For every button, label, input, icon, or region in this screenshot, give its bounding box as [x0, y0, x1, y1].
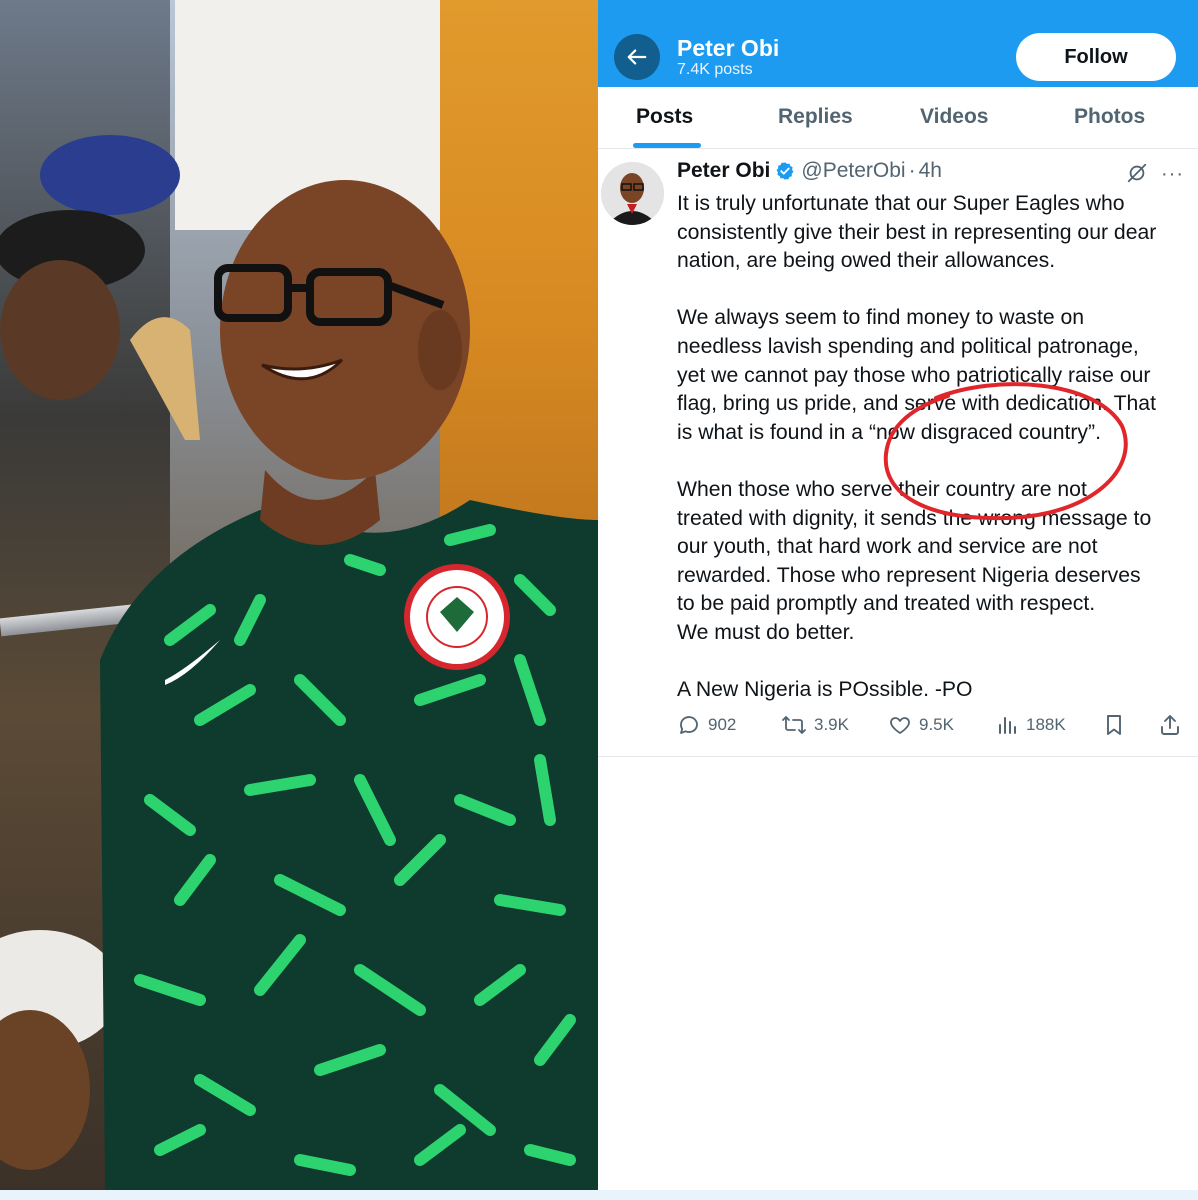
- tweet-line: A New Nigeria is POssible. -PO: [677, 678, 973, 702]
- repost-button[interactable]: 3.9K: [781, 713, 849, 737]
- reply-button[interactable]: 902: [677, 713, 736, 737]
- umbrella-handle: [130, 317, 200, 440]
- green-jersey: [100, 500, 598, 1190]
- tweet-line: consistently give their best in represen…: [677, 220, 1157, 244]
- profile-tabs: Posts Replies Videos Photos: [598, 87, 1198, 149]
- tweet-actions: 902 3.9K 9.5K 188K: [677, 713, 1192, 739]
- ear: [418, 310, 462, 390]
- avatar[interactable]: [601, 162, 664, 225]
- tweet-text: It is truly unfortunate that our Super E…: [677, 190, 1192, 705]
- repost-count: 3.9K: [814, 715, 849, 734]
- tweet-line: When those who serve their country are n…: [677, 477, 1087, 501]
- tweet-line: yet we cannot pay those who patrioticall…: [677, 363, 1151, 387]
- tweet-paragraph: It is truly unfortunate that our Super E…: [677, 190, 1192, 276]
- heart-icon: [890, 717, 910, 734]
- bottom-strip: [0, 1190, 1198, 1200]
- spectator-face: [0, 260, 120, 400]
- tweet[interactable]: Peter Obi @PeterObi · 4h ··· It is truly…: [598, 150, 1198, 757]
- tweet-author-name[interactable]: Peter Obi: [677, 159, 770, 183]
- bookmark-button[interactable]: [1103, 713, 1125, 737]
- tweet-author-handle[interactable]: @PeterObi: [801, 159, 905, 183]
- arrow-left-icon: [627, 49, 647, 65]
- tweet-line: is what is found in a “now disgraced cou…: [677, 420, 1101, 444]
- tweet-line: We must do better.: [677, 620, 855, 644]
- verified-badge-icon: [776, 162, 794, 180]
- tweet-line: needless lavish spending and political p…: [677, 334, 1139, 358]
- repost-icon: [782, 716, 806, 734]
- views-chart-icon: [999, 717, 1016, 734]
- tweet-line: We always seem to find money to waste on: [677, 306, 1085, 330]
- tweet-line: treated with dignity, it sends the wrong…: [677, 506, 1152, 530]
- tweet-header: Peter Obi @PeterObi · 4h: [677, 159, 942, 183]
- views-button[interactable]: 188K: [995, 713, 1066, 737]
- separator-dot: ·: [908, 159, 916, 182]
- more-options-icon[interactable]: ···: [1161, 163, 1184, 186]
- reply-icon: [680, 716, 698, 734]
- tab-videos[interactable]: Videos: [920, 105, 988, 129]
- tweet-line: flag, bring us pride, and serve with ded…: [677, 392, 1156, 416]
- back-button[interactable]: [614, 34, 660, 80]
- tweet-paragraph: A New Nigeria is POssible. -PO: [677, 676, 1192, 705]
- share-icon: [1161, 715, 1179, 735]
- views-count: 188K: [1026, 715, 1066, 734]
- tab-photos[interactable]: Photos: [1074, 105, 1145, 129]
- profile-panel: Peter Obi 7.4K posts Follow Posts Replie…: [598, 0, 1198, 1190]
- profile-header: Peter Obi 7.4K posts Follow: [598, 0, 1198, 87]
- blue-cap: [40, 135, 180, 215]
- tweet-line: It is truly unfortunate that our Super E…: [677, 192, 1125, 215]
- reply-count: 902: [708, 715, 737, 734]
- follow-button[interactable]: Follow: [1016, 33, 1176, 81]
- tweet-line: our youth, that hard work and service ar…: [677, 535, 1098, 559]
- share-button[interactable]: [1158, 713, 1182, 737]
- tweet-paragraph: We always seem to find money to waste on…: [677, 304, 1192, 447]
- tab-posts[interactable]: Posts: [636, 105, 693, 129]
- grok-icon[interactable]: [1126, 162, 1148, 184]
- profile-name: Peter Obi: [677, 35, 780, 61]
- post-count: 7.4K posts: [677, 61, 753, 78]
- tab-replies[interactable]: Replies: [778, 105, 853, 129]
- avatar-photo: [601, 162, 664, 225]
- tweet-line: to be paid promptly and treated with res…: [677, 592, 1096, 616]
- man-in-jersey-illustration: [0, 135, 598, 1190]
- active-tab-indicator: [633, 143, 701, 148]
- tweet-line: nation, are being owed their allowances.: [677, 249, 1056, 273]
- tweet-timestamp[interactable]: 4h: [919, 159, 942, 183]
- photo-peter-obi: [0, 0, 598, 1190]
- bookmark-icon: [1107, 715, 1121, 735]
- tweet-line: rewarded. Those who represent Nigeria de…: [677, 563, 1141, 587]
- like-button[interactable]: 9.5K: [888, 713, 954, 737]
- tweet-paragraph: When those who serve their country are n…: [677, 476, 1192, 648]
- like-count: 9.5K: [919, 715, 954, 734]
